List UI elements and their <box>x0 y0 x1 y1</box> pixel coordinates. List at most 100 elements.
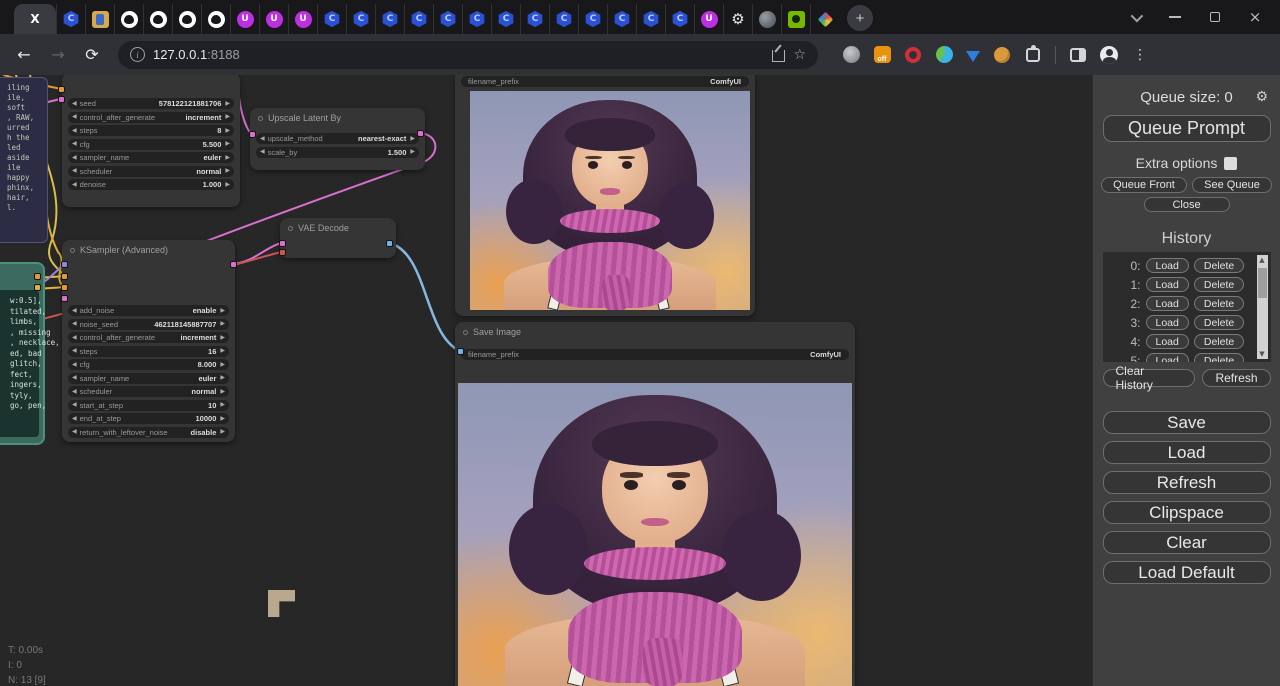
cookie-extension-icon[interactable] <box>994 47 1010 63</box>
decrement-arrow-icon[interactable]: ◀ <box>72 101 77 107</box>
browser-tab[interactable] <box>665 4 694 34</box>
browser-tab[interactable] <box>433 4 462 34</box>
decrement-arrow-icon[interactable]: ◀ <box>72 308 77 314</box>
socket-vae-input[interactable] <box>279 249 286 256</box>
widget-row[interactable]: ◀ seed 578122121881706 ▶ <box>68 98 234 109</box>
widget-row[interactable]: ◀ return_with_leftover_noise disable ▶ <box>68 427 229 438</box>
increment-arrow-icon[interactable]: ▶ <box>225 155 230 161</box>
see-queue-button[interactable]: See Queue <box>1192 177 1272 193</box>
widget-value[interactable]: enable <box>193 306 217 315</box>
menu-kebab-icon[interactable]: ⋮ <box>1131 46 1149 64</box>
collapse-dot-icon[interactable] <box>288 226 293 231</box>
close-queue-button[interactable]: Close <box>1144 197 1230 212</box>
negative-prompt-textarea[interactable]: w:0.5],tilated,limbs,, missing, necklace… <box>0 290 39 437</box>
increment-arrow-icon[interactable]: ▶ <box>220 308 225 314</box>
browser-tab[interactable] <box>810 4 839 34</box>
widget-value[interactable]: 1.000 <box>203 180 222 189</box>
widget-value[interactable]: 462118145887707 <box>154 320 216 329</box>
history-scrollbar[interactable]: ▲ ▼ <box>1257 255 1268 359</box>
decrement-arrow-icon[interactable]: ◀ <box>72 362 77 368</box>
decrement-arrow-icon[interactable]: ◀ <box>72 348 77 354</box>
decrement-arrow-icon[interactable]: ◀ <box>72 321 77 327</box>
node-graph-canvas[interactable]: ilingile,soft, RAW,urredh theledasideile… <box>0 75 1092 686</box>
decrement-arrow-icon[interactable]: ◀ <box>72 114 77 120</box>
widget-value[interactable]: ComfyUI <box>810 350 841 359</box>
browser-tab[interactable] <box>723 4 752 34</box>
browser-tab[interactable] <box>201 4 230 34</box>
history-delete-button[interactable]: Delete <box>1194 258 1244 273</box>
socket-conditioning-output[interactable] <box>34 273 41 280</box>
socket-latent-output[interactable] <box>230 261 237 268</box>
widget-row[interactable]: ◀ scheduler normal ▶ <box>68 386 229 397</box>
history-refresh-button[interactable]: Refresh <box>1202 369 1270 387</box>
profile-avatar[interactable] <box>1100 46 1118 64</box>
upscale-latent-node[interactable]: Upscale Latent By ◀ upscale_method neare… <box>250 108 425 170</box>
menu-button[interactable]: Clear <box>1103 531 1271 554</box>
widget-value[interactable]: disable <box>191 428 217 437</box>
increment-arrow-icon[interactable]: ▶ <box>225 168 230 174</box>
browser-tab[interactable] <box>172 4 201 34</box>
save-image-node[interactable]: Save Image filename_prefix ComfyUI <box>455 322 855 686</box>
widget-value[interactable]: 8 <box>217 126 221 135</box>
browser-tab[interactable] <box>114 4 143 34</box>
globe-extension-icon[interactable] <box>843 46 860 63</box>
increment-arrow-icon[interactable]: ▶ <box>220 416 225 422</box>
ksampler-advanced-node[interactable]: KSampler (Advanced) ◀ add_noise enable ▶… <box>62 240 235 442</box>
browser-tab[interactable] <box>549 4 578 34</box>
increment-arrow-icon[interactable]: ▶ <box>225 141 230 147</box>
widget-row[interactable]: ◀ upscale_method nearest-exact ▶ <box>256 133 419 144</box>
history-delete-button[interactable]: Delete <box>1194 334 1244 349</box>
widget-row[interactable]: ◀ sampler_name euler ▶ <box>68 152 234 163</box>
widget-value[interactable]: normal <box>191 387 216 396</box>
browser-tab[interactable] <box>781 4 810 34</box>
browser-tab[interactable] <box>520 4 549 34</box>
widget-row[interactable]: ◀ steps 16 ▶ <box>68 346 229 357</box>
browser-tab[interactable] <box>752 4 781 34</box>
history-delete-button[interactable]: Delete <box>1194 353 1244 362</box>
socket-conditioning-output[interactable] <box>34 284 41 291</box>
browsec-extension-icon[interactable] <box>936 46 953 63</box>
increment-arrow-icon[interactable]: ▶ <box>225 128 230 134</box>
widget-value[interactable]: 10 <box>208 401 216 410</box>
collapse-dot-icon[interactable] <box>463 330 468 335</box>
close-window-icon[interactable]: × <box>1248 10 1262 24</box>
increment-arrow-icon[interactable]: ▶ <box>225 114 230 120</box>
menu-button[interactable]: Save <box>1103 411 1271 434</box>
decrement-arrow-icon[interactable]: ◀ <box>72 155 77 161</box>
socket-model-input[interactable] <box>61 261 68 268</box>
address-bar[interactable]: i 127.0.0.1:8188 ☆ <box>118 41 818 69</box>
widget-row[interactable]: ◀ cfg 5.500 ▶ <box>68 139 234 150</box>
scrollbar-thumb[interactable] <box>1258 268 1267 298</box>
widget-value[interactable]: 578122121881706 <box>159 99 222 108</box>
widget-row[interactable]: filename_prefix ComfyUI <box>461 349 849 360</box>
socket-negative-input[interactable] <box>61 284 68 291</box>
socket-image-output[interactable] <box>386 240 393 247</box>
share-icon[interactable] <box>772 50 785 62</box>
widget-row[interactable]: ◀ add_noise enable ▶ <box>68 305 229 316</box>
decrement-arrow-icon[interactable]: ◀ <box>72 389 77 395</box>
reload-icon[interactable]: ⟳ <box>78 41 106 69</box>
extensions-puzzle-icon[interactable] <box>1026 48 1040 62</box>
widget-value[interactable]: 8.000 <box>198 360 217 369</box>
collapse-dot-icon[interactable] <box>258 116 263 121</box>
decrement-arrow-icon[interactable]: ◀ <box>72 141 77 147</box>
extra-options-checkbox[interactable] <box>1224 157 1237 170</box>
socket-images-input[interactable] <box>457 348 464 355</box>
side-panel-icon[interactable] <box>1070 48 1086 62</box>
history-load-button[interactable]: Load <box>1146 258 1189 273</box>
history-delete-button[interactable]: Delete <box>1194 296 1244 311</box>
restore-icon[interactable] <box>1208 10 1222 24</box>
bookmark-star-icon[interactable]: ☆ <box>793 47 806 63</box>
vpn-off-extension-icon[interactable] <box>874 46 891 63</box>
tab-search-chevron-icon[interactable] <box>1128 10 1142 24</box>
gem-extension-icon[interactable] <box>966 51 980 62</box>
positive-prompt-node[interactable]: ilingile,soft, RAW,urredh theledasideile… <box>0 77 48 243</box>
history-load-button[interactable]: Load <box>1146 353 1189 362</box>
socket-input[interactable] <box>58 96 65 103</box>
increment-arrow-icon[interactable]: ▶ <box>220 402 225 408</box>
active-tab[interactable]: X <box>14 4 56 34</box>
browser-tab[interactable] <box>259 4 288 34</box>
widget-row[interactable]: ◀ steps 8 ▶ <box>68 125 234 136</box>
menu-button[interactable]: Load <box>1103 441 1271 464</box>
widget-row[interactable]: ◀ noise_seed 462118145887707 ▶ <box>68 319 229 330</box>
